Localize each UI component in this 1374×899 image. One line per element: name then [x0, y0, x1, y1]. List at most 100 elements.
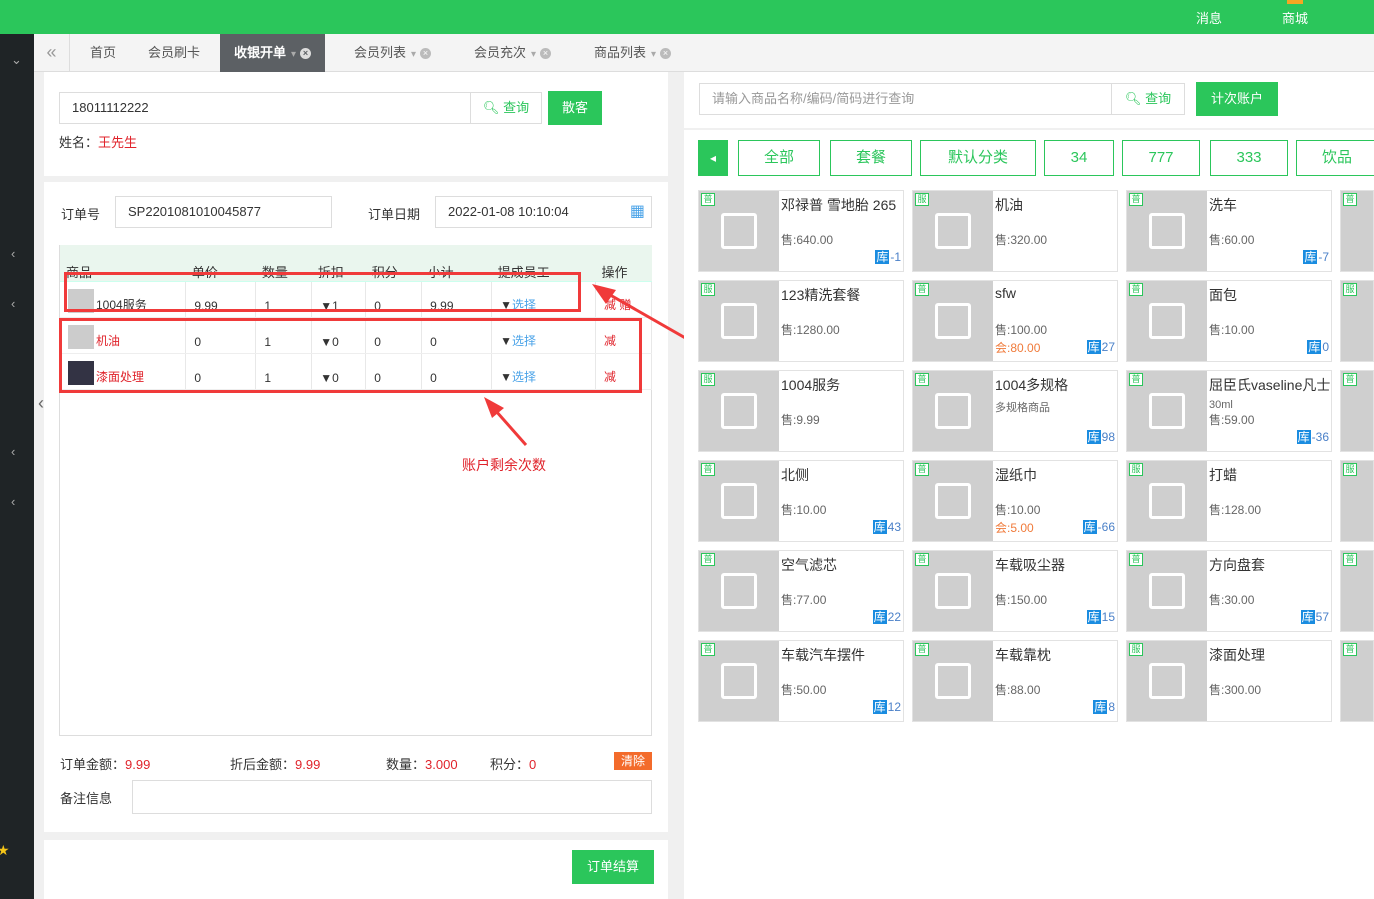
- bag-icon: [721, 663, 757, 699]
- product-type-badge: 普: [701, 643, 715, 656]
- product-stock: 库 27: [1086, 340, 1115, 354]
- product-card-partial[interactable]: 普: [1340, 640, 1374, 722]
- product-card[interactable]: 普 1004多规格 多规格商品库 98: [912, 370, 1118, 452]
- product-name: sfw: [995, 285, 1016, 301]
- clear-button[interactable]: 清除: [614, 752, 652, 770]
- product-card-partial[interactable]: 普: [1340, 190, 1374, 272]
- tab-product-list[interactable]: 商品列表 ▾ ×: [580, 34, 685, 72]
- bag-icon: [935, 213, 971, 249]
- product-member-price: 会:5.00: [995, 521, 1034, 535]
- product-card[interactable]: 普 屈臣氏vaseline凡士 30ml 售:59.00 库 -36: [1126, 370, 1332, 452]
- category-prev-button[interactable]: ◂: [698, 140, 728, 176]
- close-icon[interactable]: ×: [660, 48, 672, 60]
- product-type-badge: 普: [1129, 193, 1143, 206]
- product-card[interactable]: 普 洗车 售:60.00 库 -7: [1126, 190, 1332, 272]
- order-date-field[interactable]: 2022-01-08 10:10:04 ▦: [435, 196, 652, 228]
- remark-input[interactable]: [132, 780, 652, 814]
- product-name: 123精洗套餐: [781, 287, 861, 303]
- checkout-button[interactable]: 订单结算: [572, 850, 654, 884]
- product-query-button[interactable]: 🔍︎ 查询: [1111, 83, 1185, 115]
- product-stock: 库 15: [1086, 610, 1115, 624]
- close-icon[interactable]: ×: [300, 48, 312, 60]
- after-discount-amount: 折后金额：9.99: [230, 757, 321, 772]
- chevron-left-icon[interactable]: ‹: [38, 393, 44, 414]
- product-price: 售:30.00: [1209, 593, 1255, 607]
- member-query-button[interactable]: 🔍︎ 查询: [470, 92, 542, 124]
- product-card[interactable]: 服 机油 售:320.00: [912, 190, 1118, 272]
- product-name: 湿纸巾: [995, 467, 1037, 483]
- pin-icon[interactable]: ▾: [651, 49, 656, 60]
- product-card[interactable]: 普 湿纸巾 售:10.00 会:5.00 库 -66: [912, 460, 1118, 542]
- product-card[interactable]: 服 1004服务 售:9.99: [698, 370, 904, 452]
- product-type-badge: 服: [915, 193, 929, 206]
- close-icon[interactable]: ×: [540, 48, 552, 60]
- tab-scroll-left-icon[interactable]: «: [34, 34, 70, 72]
- count-account-button[interactable]: 计次账户: [1196, 82, 1278, 116]
- category-drinks[interactable]: 饮品: [1296, 140, 1374, 176]
- product-name: 漆面处理: [1209, 647, 1265, 663]
- search-icon: 🔍︎: [482, 100, 500, 115]
- product-card-partial[interactable]: 服: [1340, 280, 1374, 362]
- nav-mall[interactable]: 商城: [1282, 0, 1308, 27]
- product-spec: 30ml: [1209, 399, 1233, 411]
- product-price: 售:640.00: [781, 233, 834, 247]
- product-type-badge: 普: [915, 643, 929, 656]
- product-card[interactable]: 普 车载汽车摆件 售:50.00 库 12: [698, 640, 904, 722]
- nav-messages[interactable]: 消息: [1196, 8, 1222, 27]
- product-card[interactable]: 服 打蜡 售:128.00: [1126, 460, 1332, 542]
- product-card-partial[interactable]: 服: [1340, 460, 1374, 542]
- product-card[interactable]: 普 车载吸尘器 售:150.00 库 15: [912, 550, 1118, 632]
- product-card[interactable]: 服 123精洗套餐 售:1280.00: [698, 280, 904, 362]
- product-type-badge: 普: [915, 463, 929, 476]
- bag-icon: [935, 663, 971, 699]
- chevron-left-icon[interactable]: ‹: [11, 444, 15, 459]
- tab-member-card[interactable]: 会员刷卡: [134, 34, 214, 72]
- member-search-input[interactable]: 18011112222: [59, 92, 471, 124]
- product-card-partial[interactable]: 普: [1340, 370, 1374, 452]
- tab-home[interactable]: 首页: [76, 34, 130, 72]
- category-all[interactable]: 全部: [738, 140, 820, 176]
- product-card[interactable]: 普 北侧 售:10.00 库 43: [698, 460, 904, 542]
- product-card[interactable]: 普 邓禄普 雪地胎 265 售:640.00 库 -1: [698, 190, 904, 272]
- order-no-field[interactable]: SP2201081010045877: [115, 196, 332, 228]
- calendar-icon[interactable]: ▦: [630, 197, 645, 227]
- category-777[interactable]: 777: [1122, 140, 1200, 176]
- order-date-label: 订单日期: [368, 207, 421, 222]
- product-card-partial[interactable]: 普: [1340, 550, 1374, 632]
- chevron-left-icon[interactable]: ‹: [11, 246, 15, 261]
- tab-member-list[interactable]: 会员列表 ▾ ×: [340, 34, 445, 72]
- product-card[interactable]: 普 面包 售:10.00 库 0: [1126, 280, 1332, 362]
- bag-icon: [721, 483, 757, 519]
- tab-checkout[interactable]: 收银开单 ▾ ×: [220, 34, 326, 72]
- chevron-left-icon[interactable]: ‹: [11, 494, 15, 509]
- tab-member-recharge[interactable]: 会员充次 ▾ ×: [460, 34, 565, 72]
- product-card[interactable]: 普 方向盘套 售:30.00 库 57: [1126, 550, 1332, 632]
- product-type-badge: 普: [915, 373, 929, 386]
- category-333[interactable]: 333: [1210, 140, 1288, 176]
- category-default[interactable]: 默认分类: [920, 140, 1036, 176]
- product-price: 售:320.00: [995, 233, 1048, 247]
- member-name: 姓名：王先生: [59, 135, 138, 150]
- category-34[interactable]: 34: [1044, 140, 1114, 176]
- pin-icon[interactable]: ▾: [411, 49, 416, 60]
- product-name: 打蜡: [1209, 467, 1237, 483]
- product-price: 售:10.00: [1209, 323, 1255, 337]
- chevron-down-icon[interactable]: ⌄: [11, 52, 22, 68]
- close-icon[interactable]: ×: [420, 48, 432, 60]
- category-package[interactable]: 套餐: [830, 140, 912, 176]
- pin-icon[interactable]: ▾: [291, 49, 296, 60]
- product-spec: 多规格商品: [995, 402, 1050, 414]
- chevron-left-icon[interactable]: ‹: [11, 296, 15, 311]
- walkin-button[interactable]: 散客: [548, 91, 602, 125]
- product-price: 售:300.00: [1209, 683, 1262, 697]
- bag-icon: [721, 573, 757, 609]
- product-card[interactable]: 普 车载靠枕 售:88.00 库 8: [912, 640, 1118, 722]
- product-name: 1004服务: [781, 377, 841, 393]
- product-type-badge: 服: [1343, 283, 1357, 296]
- product-name: 邓禄普 雪地胎 265: [781, 197, 897, 213]
- pin-icon[interactable]: ▾: [531, 49, 536, 60]
- product-card[interactable]: 服 漆面处理 售:300.00: [1126, 640, 1332, 722]
- product-search-input[interactable]: 请输入商品名称/编码/简码进行查询: [699, 83, 1112, 115]
- product-card[interactable]: 普 空气滤芯 售:77.00 库 22: [698, 550, 904, 632]
- product-card[interactable]: 普 sfw 售:100.00 会:80.00 库 27: [912, 280, 1118, 362]
